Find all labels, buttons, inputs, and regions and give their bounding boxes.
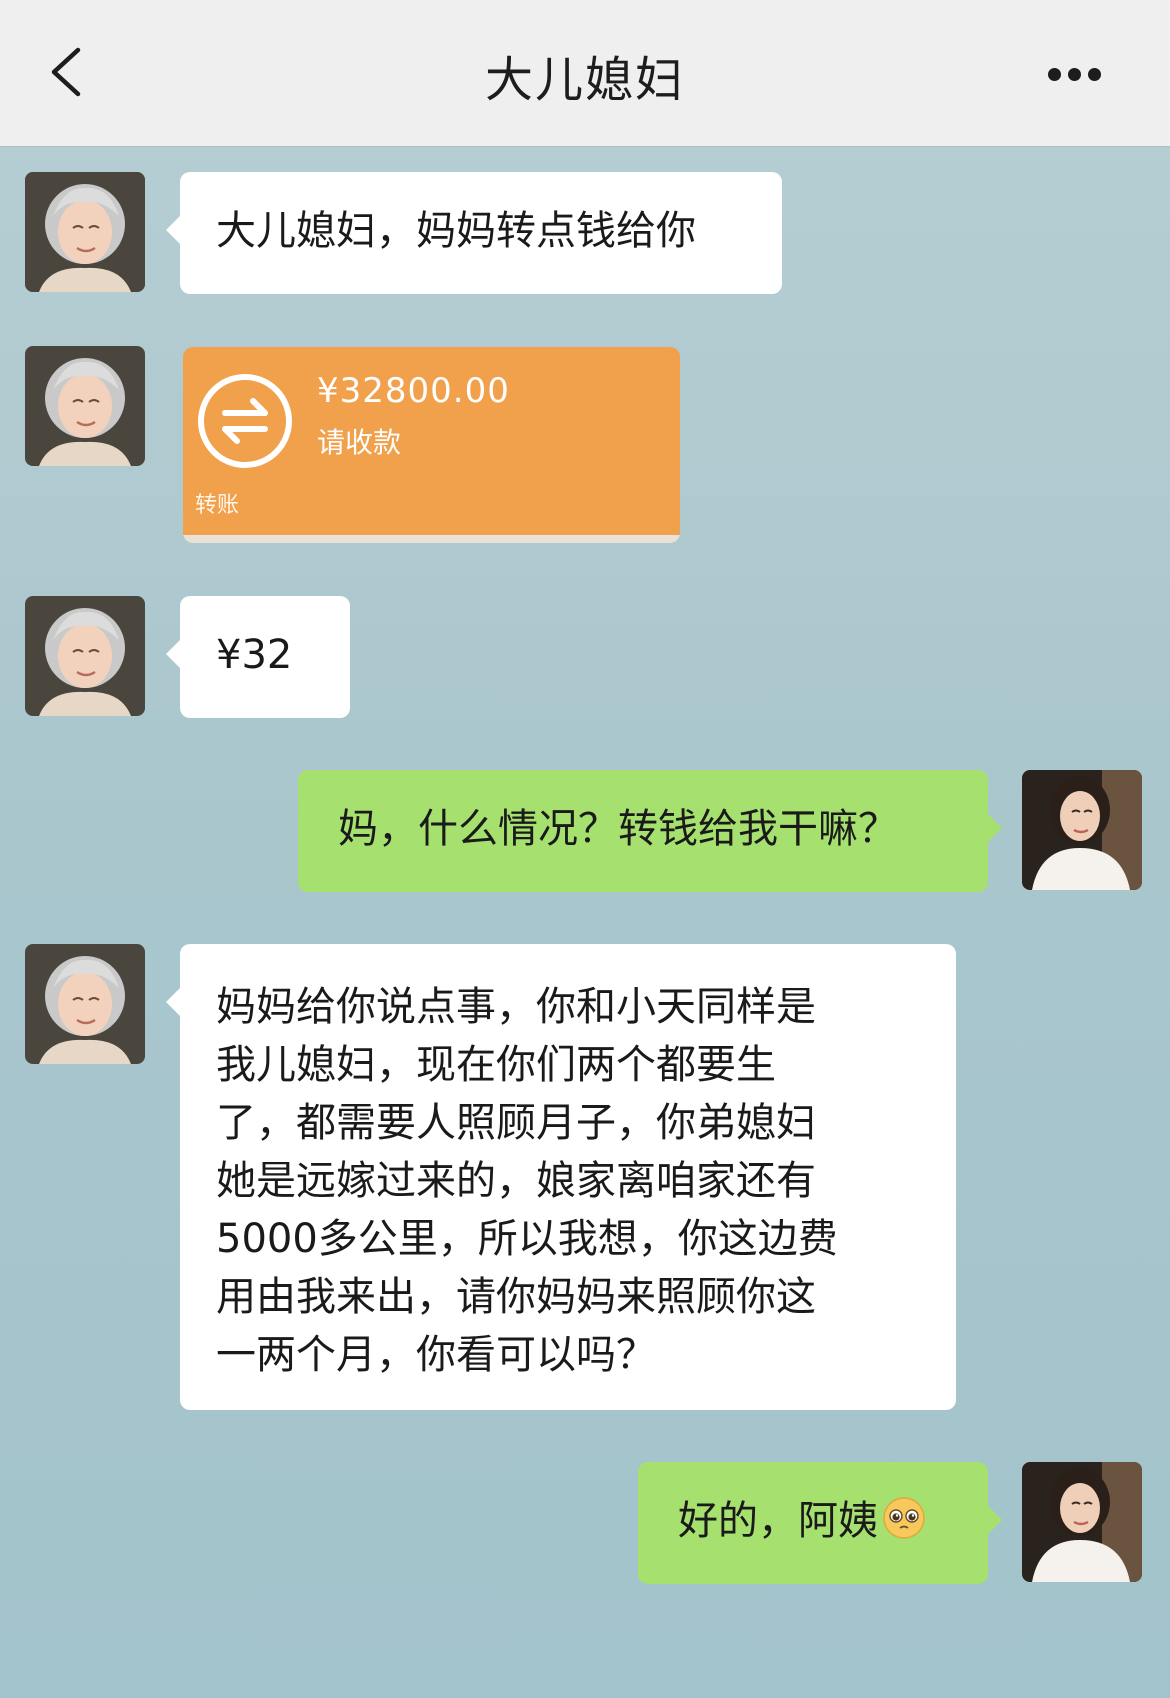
transfer-amount: ¥32800.00 <box>317 371 510 411</box>
avatar-mother[interactable] <box>25 596 145 716</box>
message-text: 妈，什么情况？转钱给我干嘛？ <box>338 806 898 852</box>
elderly-woman-avatar-icon <box>25 346 145 466</box>
avatar-self[interactable] <box>1022 1462 1142 1582</box>
more-dots-icon <box>1048 68 1061 81</box>
message-text: 大儿媳妇，妈妈转点钱给你 <box>216 208 696 254</box>
more-button[interactable] <box>1046 60 1126 90</box>
message-text: 好的，阿姨 <box>678 1498 878 1544</box>
more-dot <box>1068 68 1081 81</box>
message-line: 了，都需要人照顾月子，你弟媳妇 <box>216 1100 816 1146</box>
transfer-card[interactable]: ¥32800.00 请收款 转账 <box>183 347 680 543</box>
chat-title: 大儿媳妇 <box>484 52 685 108</box>
pleading-face-icon <box>883 1497 925 1539</box>
elderly-woman-avatar-icon <box>25 172 145 292</box>
transfer-label: 转账 <box>195 493 240 518</box>
message-line: 她是远嫁过来的，娘家离咱家还有 <box>216 1158 816 1204</box>
nav-bar: 大儿媳妇 <box>0 0 1170 146</box>
avatar-mother[interactable] <box>25 172 145 292</box>
message-line: 用由我来出，请你妈妈来照顾你这 <box>216 1274 816 1320</box>
message-text: ¥32 <box>216 632 293 678</box>
transfer-divider <box>183 535 680 543</box>
message-bubble-6[interactable]: 好的，阿姨 <box>638 1462 1002 1584</box>
elderly-woman-avatar-icon <box>25 944 145 1064</box>
chat-screen: 大儿媳妇 大儿媳妇，妈妈转点钱给你 ¥32800.00 请收款 转账 ¥32 妈… <box>0 0 1170 1698</box>
young-woman-avatar-icon <box>1022 770 1142 890</box>
young-woman-avatar-icon <box>1022 1462 1142 1582</box>
elderly-woman-avatar-icon <box>25 596 145 716</box>
message-bubble-4[interactable]: 妈，什么情况？转钱给我干嘛？ <box>298 770 1002 892</box>
avatar-mother[interactable] <box>25 346 145 466</box>
message-text-wrap: 好的，阿姨 <box>678 1492 948 1550</box>
message-line: 妈妈给你说点事，你和小天同样是 <box>216 984 816 1030</box>
message-bubble-5[interactable]: 妈妈给你说点事，你和小天同样是 我儿媳妇，现在你们两个都要生 了，都需要人照顾月… <box>166 944 956 1410</box>
transfer-arrows-icon <box>198 374 292 468</box>
message-line: 一两个月，你看可以吗？ <box>216 1332 656 1378</box>
message-line: 我儿媳妇，现在你们两个都要生 <box>216 1042 776 1088</box>
avatar-mother[interactable] <box>25 944 145 1064</box>
more-dot <box>1088 68 1101 81</box>
avatar-self[interactable] <box>1022 770 1142 890</box>
message-line: 5000多公里，所以我想，你这边费 <box>216 1216 838 1262</box>
transfer-status: 请收款 <box>317 426 402 459</box>
message-bubble-3[interactable]: ¥32 <box>166 596 350 718</box>
message-bubble-1[interactable]: 大儿媳妇，妈妈转点钱给你 <box>166 172 782 294</box>
